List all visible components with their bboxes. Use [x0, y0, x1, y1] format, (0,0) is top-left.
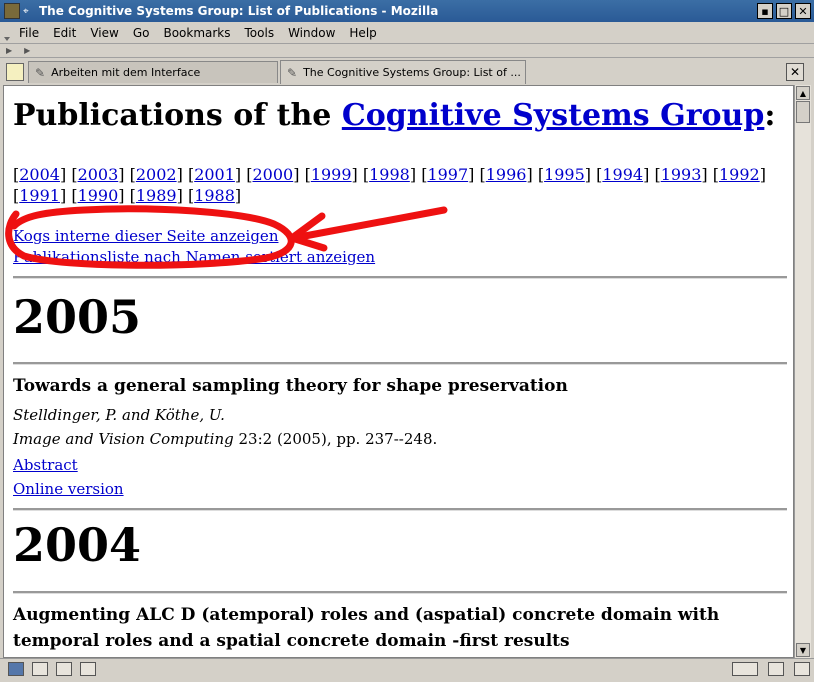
- pin-icon[interactable]: ⌖: [23, 6, 35, 17]
- year-link-1995[interactable]: 1995: [544, 165, 585, 184]
- year-link-item: [1992]: [712, 165, 766, 184]
- mozilla-app-icon[interactable]: [4, 3, 20, 19]
- year-link-1992[interactable]: 1992: [719, 165, 760, 184]
- page-content[interactable]: Publications of the Cognitive Systems Gr…: [3, 85, 794, 658]
- minimize-button[interactable]: ▪: [757, 3, 773, 19]
- year-link-1991[interactable]: 1991: [19, 186, 60, 205]
- year-link-item: [2000]: [246, 165, 300, 184]
- expand-toolbar-icon[interactable]: ▶: [24, 46, 30, 55]
- online-status-icon[interactable]: [732, 661, 758, 676]
- annotation-arrow-head: [288, 212, 328, 252]
- year-link-1989[interactable]: 1989: [136, 186, 177, 205]
- page-icon: ✎: [287, 65, 298, 80]
- mail-icon[interactable]: [32, 661, 48, 676]
- window-title: The Cognitive Systems Group: List of Pub…: [39, 4, 439, 18]
- menu-bar: File Edit View Go Bookmarks Tools Window…: [0, 22, 814, 44]
- maximize-button[interactable]: □: [776, 3, 792, 19]
- divider: [13, 508, 787, 511]
- year-link-2000[interactable]: 2000: [253, 165, 294, 184]
- publication-journal: Image and Vision Computing 23:2 (2005), …: [13, 430, 438, 448]
- year-link-1997[interactable]: 1997: [427, 165, 468, 184]
- year-link-1988[interactable]: 1988: [194, 186, 235, 205]
- popup-blocker-icon[interactable]: [768, 661, 784, 676]
- year-link-item: [2001]: [187, 165, 242, 184]
- year-link-item: [2004]: [13, 165, 67, 184]
- tab-bar: ✎ Arbeiten mit dem Interface ✎ The Cogni…: [0, 58, 814, 84]
- composer-icon[interactable]: [56, 661, 72, 676]
- publication-authors: Stelldinger, P. and Köthe, U.: [13, 406, 225, 424]
- year-link-item: [1991]: [13, 186, 67, 205]
- scroll-up-icon[interactable]: ▲: [796, 86, 810, 100]
- scroll-down-icon[interactable]: ▼: [796, 643, 810, 657]
- page-icon: ✎: [35, 65, 46, 80]
- year-heading-2005: 2005: [13, 290, 142, 344]
- year-link-1996[interactable]: 1996: [486, 165, 527, 184]
- year-link-item: [1995]: [537, 165, 592, 184]
- menu-view[interactable]: View: [83, 26, 125, 40]
- year-link-item: [1988]: [187, 186, 242, 205]
- year-link-item: [1990]: [71, 186, 125, 205]
- expand-toolbar-icon[interactable]: ▶: [6, 46, 12, 55]
- year-link-2001[interactable]: 2001: [194, 165, 235, 184]
- tab-label: The Cognitive Systems Group: List of ...: [303, 66, 521, 79]
- year-link-item: [1989]: [129, 186, 183, 205]
- kogs-internal-link[interactable]: Kogs interne dieser Seite anzeigen: [13, 227, 278, 245]
- year-link-2004[interactable]: 2004: [19, 165, 60, 184]
- navigator-icon[interactable]: [8, 661, 24, 676]
- year-link-item: [2003]: [71, 165, 125, 184]
- abstract-link[interactable]: Abstract: [13, 456, 78, 474]
- divider: [13, 362, 787, 365]
- menu-go[interactable]: Go: [126, 26, 157, 40]
- year-heading-2004: 2004: [13, 518, 142, 572]
- annotation-arrow-shaft: [290, 206, 448, 242]
- status-bar: [0, 658, 814, 678]
- tab-publications[interactable]: ✎ The Cognitive Systems Group: List of .…: [280, 60, 526, 84]
- sorted-by-name-link[interactable]: Publikationsliste nach Namen sortiert an…: [13, 248, 375, 266]
- divider: [13, 591, 787, 594]
- year-link-1998[interactable]: 1998: [369, 165, 410, 184]
- menu-window[interactable]: Window: [281, 26, 342, 40]
- year-link-1993[interactable]: 1993: [661, 165, 702, 184]
- year-link-item: [1999]: [304, 165, 358, 184]
- year-link-1994[interactable]: 1994: [602, 165, 643, 184]
- addressbook-icon[interactable]: [80, 661, 96, 676]
- close-tab-icon[interactable]: ✕: [786, 63, 804, 81]
- online-version-link[interactable]: Online version: [13, 480, 124, 498]
- publication-title: Towards a general sampling theory for sh…: [13, 376, 568, 396]
- year-link-2002[interactable]: 2002: [136, 165, 177, 184]
- year-link-item: [2002]: [129, 165, 183, 184]
- tab-label: Arbeiten mit dem Interface: [51, 66, 201, 79]
- window-titlebar[interactable]: ⌖ The Cognitive Systems Group: List of P…: [0, 0, 814, 22]
- menu-help[interactable]: Help: [342, 26, 383, 40]
- year-index: [2004] [2003] [2002] [2001] [2000] [1999…: [13, 164, 783, 206]
- page-title: Publications of the Cognitive Systems Gr…: [13, 98, 776, 133]
- tab-arbeiten[interactable]: ✎ Arbeiten mit dem Interface: [28, 61, 278, 83]
- new-tab-icon[interactable]: [6, 63, 24, 81]
- scroll-thumb[interactable]: [796, 101, 810, 123]
- year-link-item: [1998]: [362, 165, 417, 184]
- publication-title: Augmenting ALC D (atemporal) roles and (…: [13, 605, 720, 651]
- toolbar-grip-icon[interactable]: [2, 23, 12, 43]
- year-link-item: [1993]: [654, 165, 708, 184]
- year-link-item: [1994]: [596, 165, 650, 184]
- close-window-button[interactable]: ✕: [795, 3, 811, 19]
- security-lock-icon[interactable]: [794, 661, 810, 676]
- menu-file[interactable]: File: [12, 26, 46, 40]
- divider: [13, 276, 787, 279]
- collapsed-toolbar[interactable]: ▶ ▶: [0, 44, 814, 58]
- year-link-item: [1997]: [421, 165, 475, 184]
- year-link-item: [1996]: [479, 165, 533, 184]
- menu-tools[interactable]: Tools: [238, 26, 282, 40]
- menu-bookmarks[interactable]: Bookmarks: [156, 26, 237, 40]
- year-link-1990[interactable]: 1990: [78, 186, 119, 205]
- vertical-scrollbar[interactable]: ▲ ▼: [794, 85, 811, 658]
- year-link-2003[interactable]: 2003: [78, 165, 119, 184]
- menu-edit[interactable]: Edit: [46, 26, 83, 40]
- cognitive-systems-group-link[interactable]: Cognitive Systems Group: [342, 98, 765, 133]
- year-link-1999[interactable]: 1999: [311, 165, 352, 184]
